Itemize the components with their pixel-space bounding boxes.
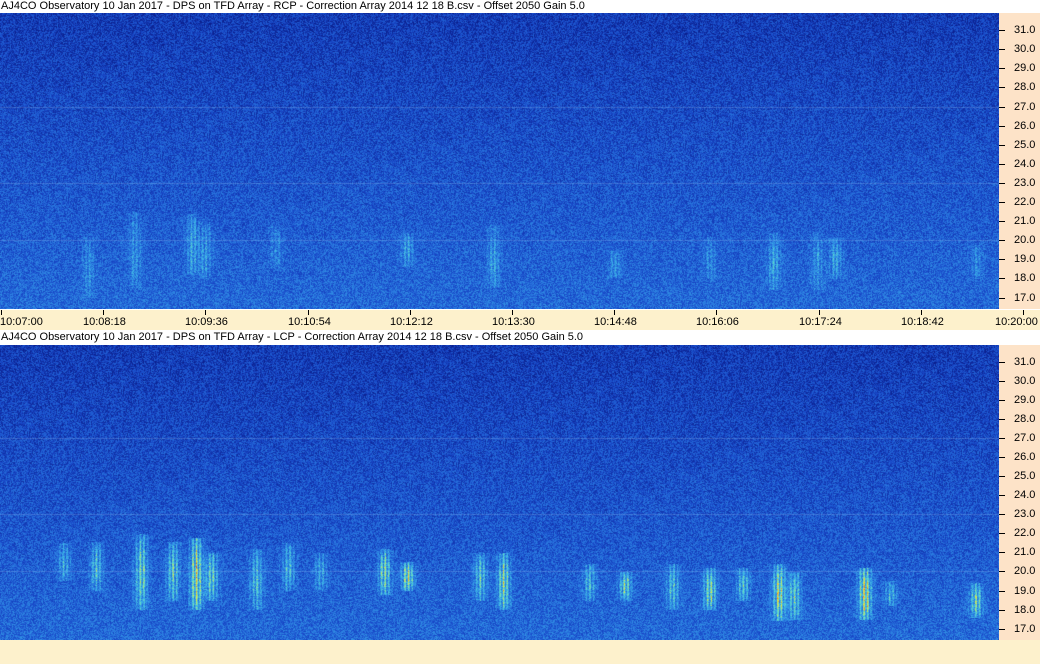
frequency-tick-label: 31.0	[1014, 24, 1036, 36]
frequency-tick	[999, 591, 1005, 592]
frequency-tick	[999, 202, 1005, 203]
frequency-tick-label: 20.0	[1014, 565, 1036, 577]
time-tick-label: 10:14:48	[594, 316, 637, 328]
frequency-tick	[999, 552, 1005, 553]
rcp-frequency-axis: 31.0 30.0 29.0 28.0 27.0 26.0 25.0 24.0 23.0 22.0…	[999, 13, 1040, 309]
frequency-tick-label: 18.0	[1014, 272, 1036, 284]
frequency-tick	[999, 571, 1005, 572]
frequency-tick	[999, 126, 1005, 127]
rcp-spectrogram-canvas	[0, 13, 999, 309]
frequency-tick-label: 30.0	[1014, 375, 1036, 387]
frequency-tick	[999, 259, 1005, 260]
time-tick-label: 10:18:42	[901, 316, 944, 328]
frequency-tick	[999, 164, 1005, 165]
time-tick-label: 10:12:12	[390, 316, 433, 328]
frequency-tick-label: 17.0	[1014, 292, 1036, 304]
frequency-tick-label: 21.0	[1014, 215, 1036, 227]
frequency-tick	[999, 533, 1005, 534]
time-tick	[103, 310, 104, 315]
frequency-tick-label: 23.0	[1014, 508, 1036, 520]
frequency-tick-label: 22.0	[1014, 527, 1036, 539]
frequency-tick-label: 27.0	[1014, 101, 1036, 113]
frequency-tick	[999, 400, 1005, 401]
time-tick-label: 10:13:30	[492, 316, 535, 328]
frequency-tick	[999, 457, 1005, 458]
frequency-tick	[999, 87, 1005, 88]
time-tick-label: 10:10:54	[288, 316, 331, 328]
frequency-tick-label: 19.0	[1014, 253, 1036, 265]
frequency-tick-label: 25.0	[1014, 139, 1036, 151]
frequency-tick	[999, 278, 1005, 279]
time-tick-label: 10:07:00	[0, 316, 43, 328]
frequency-tick	[999, 30, 1005, 31]
time-tick	[410, 310, 411, 315]
rcp-time-axis: 10:07:00 10:08:18 10:09:36 10:10:54 10:12:12…	[0, 310, 1040, 330]
rcp-panel: AJ4CO Observatory 10 Jan 2017 - DPS on T…	[0, 0, 1040, 330]
time-tick	[614, 310, 615, 315]
frequency-tick	[999, 514, 1005, 515]
frequency-tick	[999, 298, 1005, 299]
frequency-tick-label: 29.0	[1014, 62, 1036, 74]
frequency-tick-label: 27.0	[1014, 432, 1036, 444]
frequency-tick-label: 24.0	[1014, 158, 1036, 170]
frequency-tick-label: 22.0	[1014, 196, 1036, 208]
frequency-tick	[999, 183, 1005, 184]
frequency-tick-label: 29.0	[1014, 394, 1036, 406]
frequency-tick	[999, 49, 1005, 50]
time-tick-label: 10:08:18	[83, 316, 126, 328]
frequency-tick-label: 28.0	[1014, 413, 1036, 425]
time-tick	[819, 310, 820, 315]
frequency-tick	[999, 610, 1005, 611]
time-tick	[1, 310, 2, 315]
frequency-tick-label: 23.0	[1014, 177, 1036, 189]
time-tick	[205, 310, 206, 315]
frequency-tick	[999, 145, 1005, 146]
lcp-panel-title: AJ4CO Observatory 10 Jan 2017 - DPS on T…	[1, 331, 584, 343]
time-tick-label: 10:17:24	[799, 316, 842, 328]
lcp-panel: AJ4CO Observatory 10 Jan 2017 - DPS on T…	[0, 331, 1040, 640]
frequency-tick	[999, 381, 1005, 382]
frequency-tick-label: 17.0	[1014, 623, 1036, 635]
lcp-frequency-axis: 31.0 30.0 29.0 28.0 27.0 26.0 25.0 24.0 23.0 22.0…	[999, 345, 1040, 640]
rcp-panel-title: AJ4CO Observatory 10 Jan 2017 - DPS on T…	[1, 0, 585, 12]
frequency-tick	[999, 476, 1005, 477]
frequency-tick	[999, 362, 1005, 363]
frequency-tick-label: 26.0	[1014, 451, 1036, 463]
frequency-tick-label: 28.0	[1014, 81, 1036, 93]
lcp-time-axis-strip	[0, 640, 1040, 664]
frequency-tick-label: 19.0	[1014, 585, 1036, 597]
frequency-tick	[999, 68, 1005, 69]
time-tick	[308, 310, 309, 315]
time-tick-label: 10:20:00	[995, 316, 1038, 328]
time-tick	[512, 310, 513, 315]
time-tick	[1023, 310, 1024, 315]
frequency-tick	[999, 419, 1005, 420]
frequency-tick	[999, 438, 1005, 439]
frequency-tick	[999, 107, 1005, 108]
time-tick	[716, 310, 717, 315]
frequency-tick	[999, 221, 1005, 222]
frequency-tick-label: 18.0	[1014, 604, 1036, 616]
frequency-tick	[999, 240, 1005, 241]
lcp-spectrogram-canvas	[0, 345, 999, 640]
rcp-spectrogram	[0, 13, 999, 309]
frequency-tick	[999, 495, 1005, 496]
time-tick	[921, 310, 922, 315]
time-tick-label: 10:16:06	[696, 316, 739, 328]
time-tick-label: 10:09:36	[185, 316, 228, 328]
frequency-tick-label: 26.0	[1014, 120, 1036, 132]
frequency-tick-label: 24.0	[1014, 489, 1036, 501]
frequency-tick-label: 31.0	[1014, 356, 1036, 368]
frequency-tick-label: 20.0	[1014, 234, 1036, 246]
lcp-spectrogram	[0, 345, 999, 640]
frequency-tick-label: 21.0	[1014, 546, 1036, 558]
frequency-tick	[999, 629, 1005, 630]
frequency-tick-label: 30.0	[1014, 43, 1036, 55]
frequency-tick-label: 25.0	[1014, 470, 1036, 482]
